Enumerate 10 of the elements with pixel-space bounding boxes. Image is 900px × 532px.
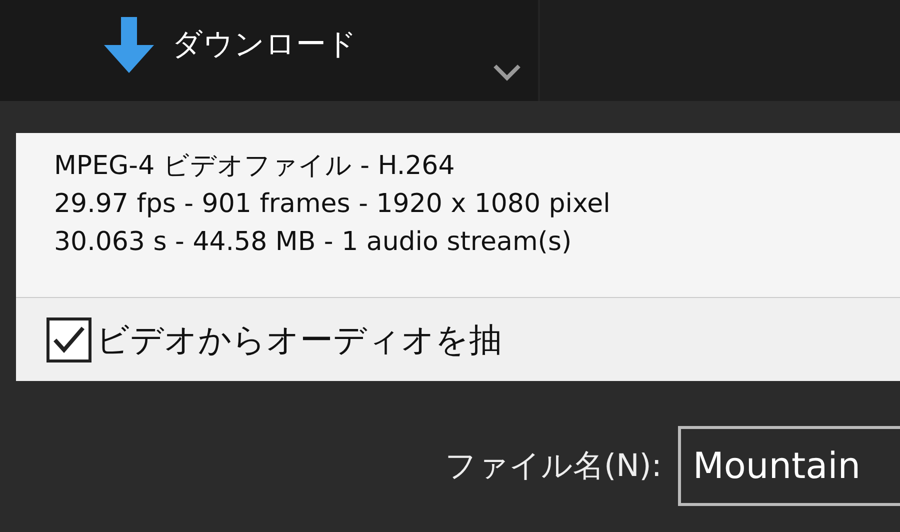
file-info-line: 30.063 s - 44.58 MB - 1 audio stream(s)	[54, 226, 573, 259]
checkbox-label: ビデオからオーディオを抽	[96, 318, 502, 361]
checkbox[interactable]	[46, 316, 92, 362]
toolbar-label[interactable]: ダウンロード	[172, 22, 357, 67]
file-info-line: 29.97 fps - 901 frames - 1920 x 1080 pixel	[54, 188, 612, 221]
chevron-down-icon[interactable]	[492, 62, 522, 82]
file-name-label: ファイル名(N):	[445, 446, 662, 486]
file-name-field[interactable]: Mountain	[678, 426, 900, 506]
file-info-line: MPEG-4 ビデオファイル - H.264	[54, 150, 456, 183]
download-icon	[102, 16, 156, 72]
